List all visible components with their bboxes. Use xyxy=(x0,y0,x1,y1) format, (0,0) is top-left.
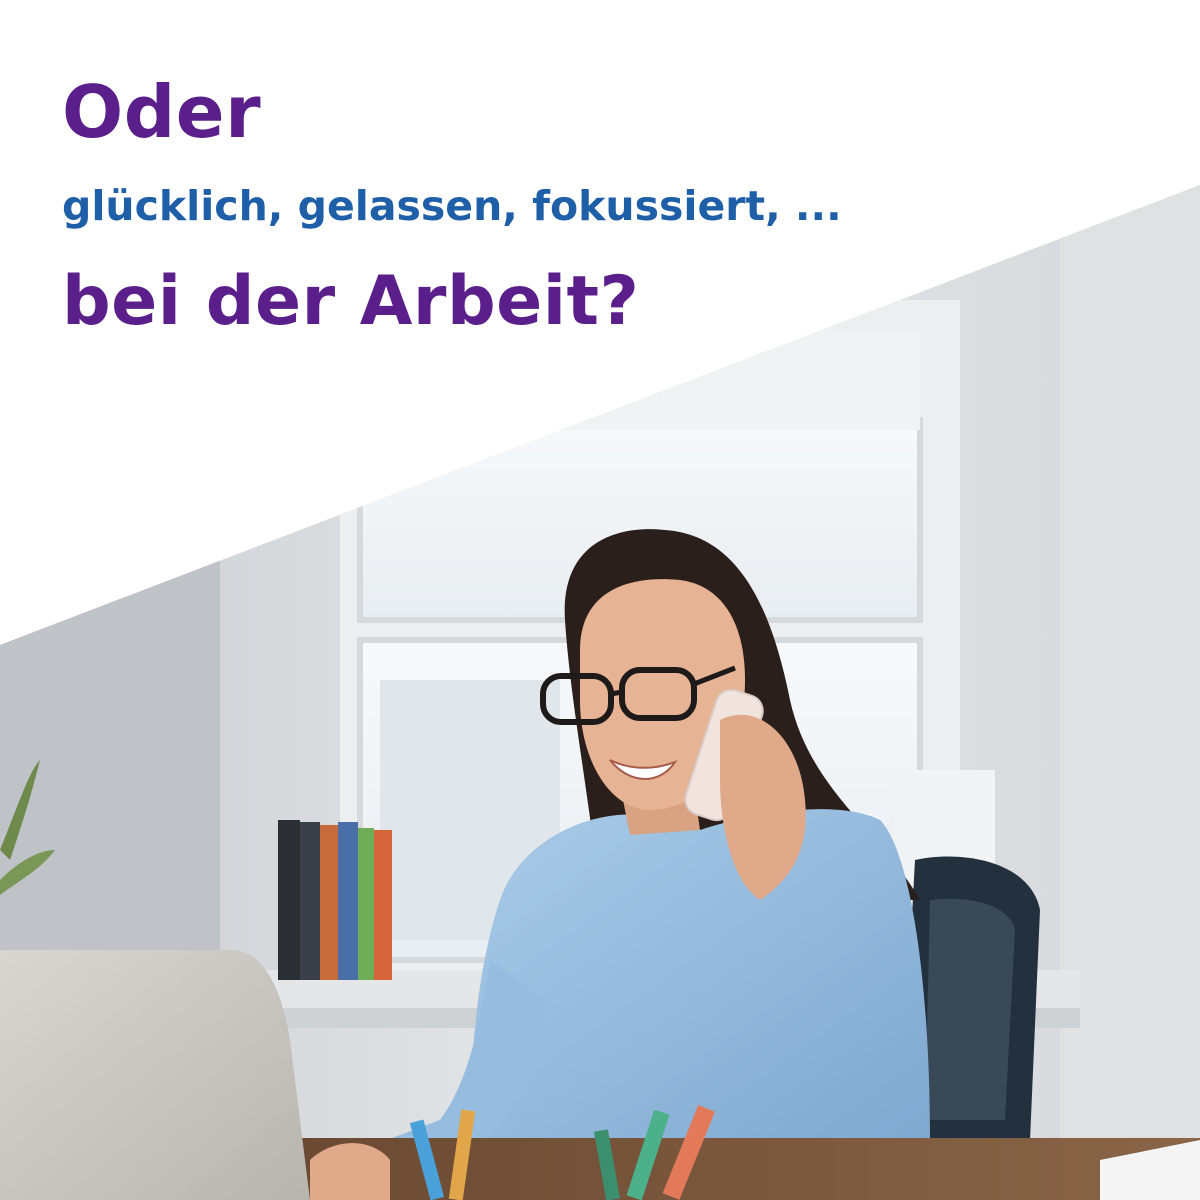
office-photo xyxy=(0,185,1200,1200)
ad-canvas: Oder glücklich, gelassen, fokussiert, ..… xyxy=(0,0,1200,1200)
headline-adjectives: glücklich, gelassen, fokussiert, ... xyxy=(62,182,842,230)
headline-oder: Oder xyxy=(62,70,262,154)
headline-question: bei der Arbeit? xyxy=(62,262,640,341)
